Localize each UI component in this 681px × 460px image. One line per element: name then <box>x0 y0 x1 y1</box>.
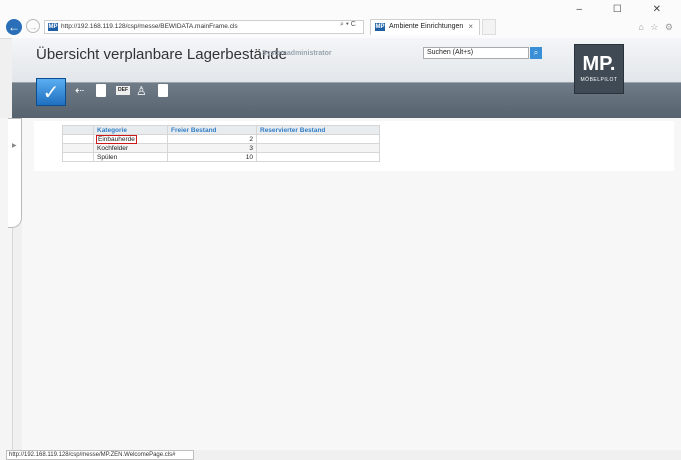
cell-reservierter-bestand <box>256 143 380 153</box>
forward-arrow-icon[interactable]: → <box>26 19 40 33</box>
cell-kategorie[interactable]: Einbauherde <box>93 134 168 144</box>
kategorie-link[interactable]: Einbauherde <box>96 134 137 144</box>
cell-kategorie[interactable]: Spülen <box>93 152 168 162</box>
search-icon[interactable]: ⌕ <box>530 47 542 59</box>
new-tab-button[interactable] <box>482 19 496 35</box>
confirm-check-icon[interactable]: ✓ <box>36 78 66 106</box>
browser-toolbar-icons[interactable]: ⌂ ☆ ⚙ <box>638 22 675 33</box>
cell-freier-bestand: 3 <box>167 143 257 153</box>
logo-main: MP. <box>582 53 616 75</box>
table-header-row: Kategorie Freier Bestand Reservierter Be… <box>62 125 380 135</box>
header-kategorie[interactable]: Kategorie <box>93 125 168 135</box>
mp-logo: MP. MÖBELPILOT <box>574 44 624 94</box>
cell-reservierter-bestand <box>256 134 380 144</box>
row-spacer <box>62 152 94 162</box>
cell-kategorie[interactable]: Kochfelder <box>93 143 168 153</box>
document-edit-icon[interactable] <box>158 84 168 97</box>
def-icon[interactable]: DEF <box>116 86 130 95</box>
stock-panel: Kategorie Freier Bestand Reservierter Be… <box>34 121 674 171</box>
cell-reservierter-bestand <box>256 152 380 162</box>
left-panel-toggle[interactable] <box>8 118 22 228</box>
document-icon[interactable] <box>96 84 106 97</box>
browser-chrome: ← → MP http://192.168.119.128/csp/messe/… <box>0 0 681 39</box>
address-tools[interactable]: ⌕ ▾ C <box>340 21 356 29</box>
logo-sub: MÖBELPILOT <box>580 77 618 83</box>
cell-freier-bestand: 10 <box>167 152 257 162</box>
tab-favicon-icon: MP <box>375 23 385 31</box>
page-title: Übersicht verplanbare Lagerbestände <box>36 46 287 63</box>
browser-tab[interactable]: MP Ambiente Einrichtungen × <box>370 19 480 35</box>
table-row: Einbauherde 2 <box>62 134 380 144</box>
cell-freier-bestand: 2 <box>167 134 257 144</box>
tab-close-icon[interactable]: × <box>468 22 473 31</box>
table-row: Spülen 10 <box>62 152 380 162</box>
row-spacer <box>62 143 94 153</box>
favicon-icon: MP <box>48 23 58 31</box>
back-arrow-icon[interactable]: ← <box>6 19 22 35</box>
address-bar[interactable]: MP http://192.168.119.128/csp/messe/BEWI… <box>44 20 364 34</box>
tab-title: Ambiente Einrichtungen <box>389 23 464 30</box>
address-url[interactable]: http://192.168.119.128/csp/messe/BEWIDAT… <box>61 23 238 30</box>
stock-table: Kategorie Freier Bestand Reservierter Be… <box>62 125 380 162</box>
table-row: Kochfelder 3 <box>62 143 380 153</box>
search-input[interactable]: Suchen (Alt+s) <box>423 47 529 59</box>
header-reservierter-bestand[interactable]: Reservierter Bestand <box>256 125 380 135</box>
header-spacer <box>62 125 94 135</box>
status-bar: http://192.168.119.128/csp/messe/MP.ZEN.… <box>6 450 194 460</box>
window-controls[interactable]: – ☐ ✕ <box>577 4 675 15</box>
row-spacer <box>62 134 94 144</box>
chevron-right-icon[interactable]: ▶ <box>12 142 17 149</box>
back-arrow-icon[interactable]: ⇠ <box>75 84 84 98</box>
app-header: Übersicht verplanbare Lagerbestände Syst… <box>12 38 681 118</box>
user-check-icon[interactable]: ♙ <box>136 84 147 98</box>
content-area: Kategorie Freier Bestand Reservierter Be… <box>22 118 681 450</box>
header-freier-bestand[interactable]: Freier Bestand <box>167 125 257 135</box>
user-label: Systemadministrator <box>262 50 332 57</box>
